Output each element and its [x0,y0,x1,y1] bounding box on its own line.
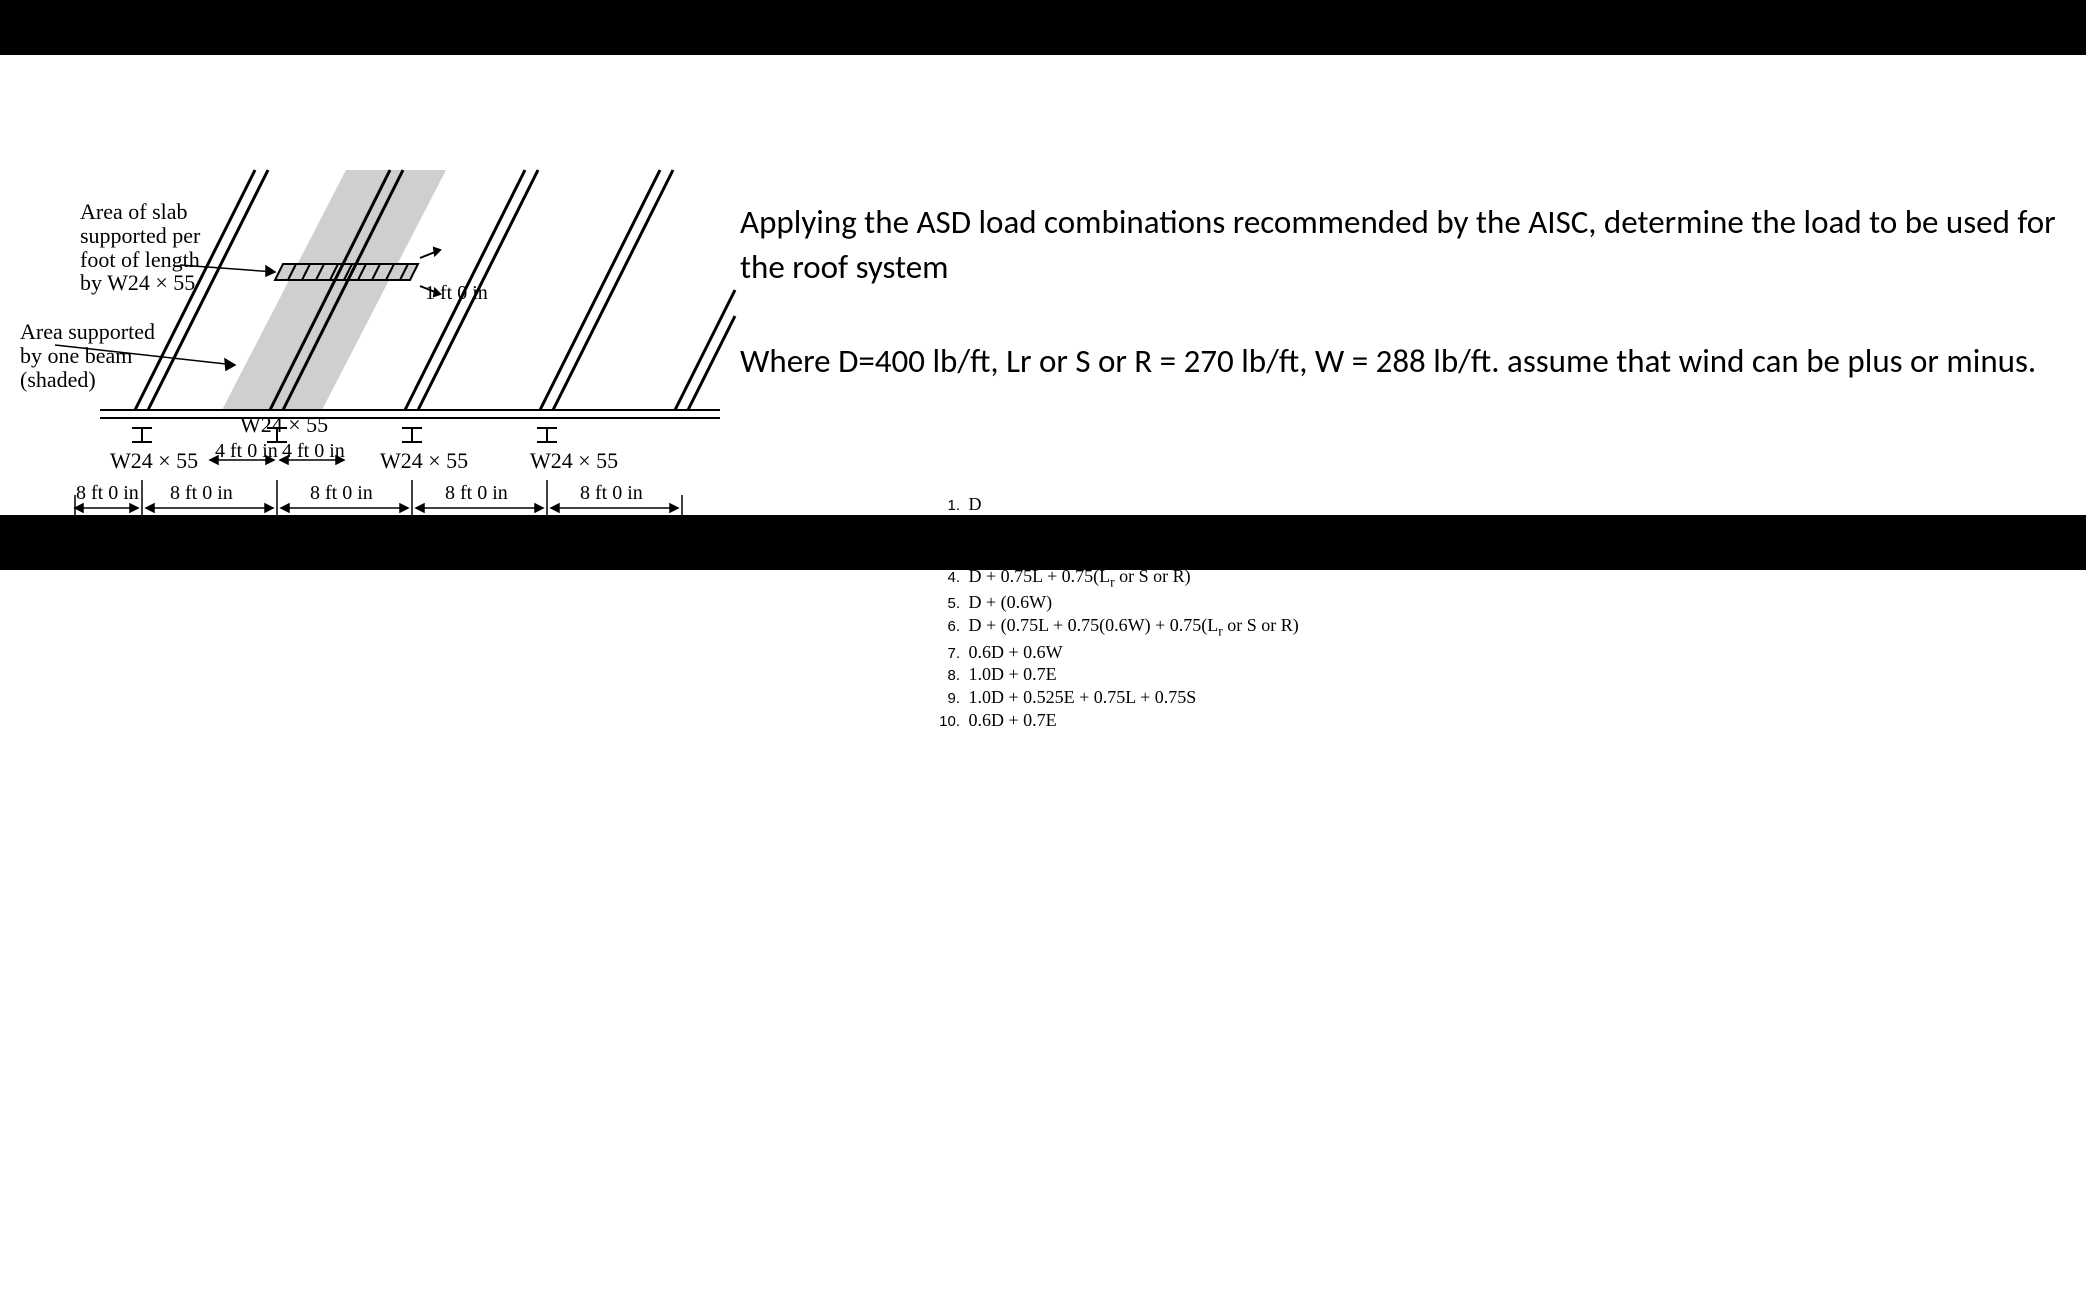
combo-10: 10. 0.6D + 0.7E [936,709,1299,732]
top-black-bar [0,0,2086,55]
spacing-3: 8 ft 0 in [310,482,373,505]
tributary-area-figure: Area of slab supported per foot of lengt… [20,160,740,540]
combo-9: 9. 1.0D + 0.525E + 0.75L + 0.75S [936,686,1299,709]
beam-label-3: W24 × 55 [530,448,618,474]
combo-4: 4. D + 0.75L + 0.75(Lr or S or R) [936,565,1299,591]
combo-6-num: 6. [936,618,960,637]
combo-3-text-b: or S or R) [1022,540,1098,560]
combo-2-text: D + L [969,517,1012,537]
combo-7-text: 0.6D + 0.6W [969,642,1063,662]
combo-7-num: 7. [936,645,960,664]
question-paragraph-1: Applying the ASD load combinations recom… [740,200,2080,289]
slab-area-caption: Area of slab supported per foot of lengt… [80,200,200,295]
shaded-tributary-area [222,170,446,410]
combo-6: 6. D + (0.75L + 0.75(0.6W) + 0.75(Lr or … [936,614,1299,640]
combo-2-num: 2. [936,520,960,539]
combo-3-num: 3. [936,543,960,562]
combo-6-text-b: or S or R) [1223,615,1299,635]
combo-5-text: D + (0.6W) [969,592,1053,612]
question-text: Applying the ASD load combinations recom… [740,200,2080,434]
combo-4-text-b: or S or R) [1115,566,1191,586]
beam-label-2: W24 × 55 [380,448,468,474]
combo-3: 3. D + (Lr or S or R) [936,539,1299,565]
caption1-line2: supported per [80,223,200,248]
combo-7: 7. 0.6D + 0.6W [936,641,1299,664]
caption1-line3: foot of length [80,247,200,272]
trib-half-2: 4 ft 0 in [282,440,345,463]
caption2-line1: Area supported [20,319,155,344]
question-paragraph-2: Where D=400 lb/ft, Lr or S or R = 270 lb… [740,339,2080,384]
combo-9-num: 9. [936,690,960,709]
one-ft-strip [275,264,418,280]
combo-5: 5. D + (0.6W) [936,591,1299,614]
one-ft-label: 1 ft 0 in [425,282,488,305]
caption1-line1: Area of slab [80,199,188,224]
beam-area-caption: Area supported by one beam (shaded) [20,320,155,391]
girder-label: W24 × 55 [240,412,328,438]
combo-3-text-a: D + (L [969,540,1018,560]
spacing-5: 8 ft 0 in [580,482,643,505]
load-combinations-list: 1. D 2. D + L 3. D + (Lr or S or R) 4. D… [936,493,1299,732]
combo-5-num: 5. [936,595,960,614]
combo-2: 2. D + L [936,516,1299,539]
spacing-1: 8 ft 0 in [76,482,139,505]
caption2-line2: by one beam [20,343,132,368]
combo-8-text: 1.0D + 0.7E [969,664,1057,684]
combo-8: 8. 1.0D + 0.7E [936,663,1299,686]
beam-label-1: W24 × 55 [110,448,198,474]
trib-half-1: 4 ft 0 in [215,440,278,463]
combo-1-text: D [969,494,982,514]
combo-9-text: 1.0D + 0.525E + 0.75L + 0.75S [969,687,1197,707]
combo-10-num: 10. [936,713,960,732]
caption1-line4: by W24 × 55 [80,270,195,295]
combo-1: 1. D [936,493,1299,516]
combo-4-text-a: D + 0.75L + 0.75(L [969,566,1111,586]
combo-4-num: 4. [936,569,960,588]
spacing-2: 8 ft 0 in [170,482,233,505]
combo-10-text: 0.6D + 0.7E [969,710,1057,730]
caption2-line3: (shaded) [20,367,96,392]
combo-8-num: 8. [936,667,960,686]
spacing-4: 8 ft 0 in [445,482,508,505]
combo-1-num: 1. [936,497,960,516]
combo-6-text-a: D + (0.75L + 0.75(0.6W) + 0.75(L [969,615,1219,635]
